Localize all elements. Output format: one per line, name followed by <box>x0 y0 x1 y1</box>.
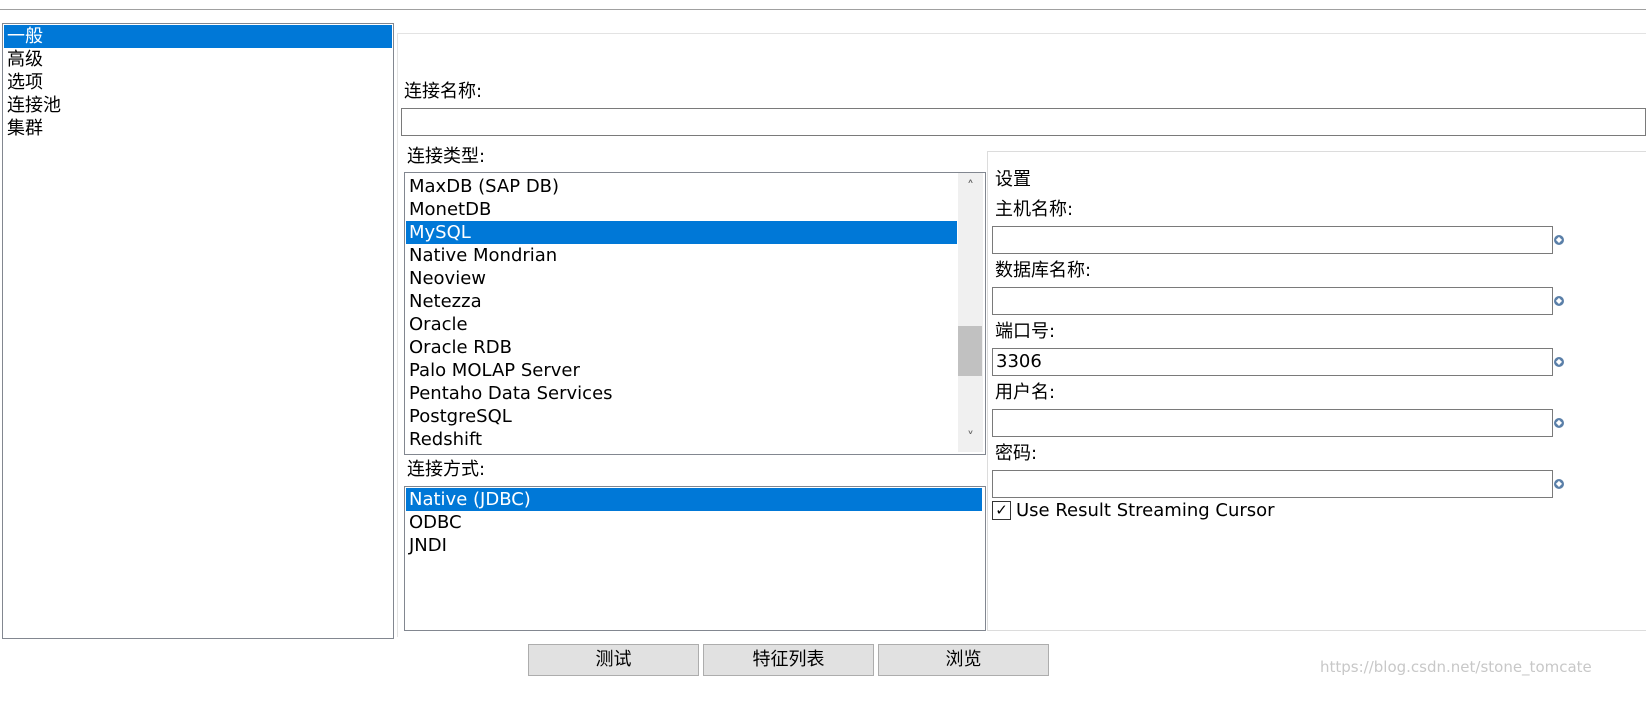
password-label: 密码: <box>995 443 1038 464</box>
variable-icon[interactable]: ◆ <box>1554 296 1564 306</box>
connection-type-item[interactable]: Pentaho Data Services <box>406 382 957 405</box>
variable-icon[interactable]: ◆ <box>1554 235 1564 245</box>
host-input[interactable] <box>992 226 1553 254</box>
connection-type-item[interactable]: Neoview <box>406 267 957 290</box>
top-divider <box>0 9 1646 10</box>
settings-title: 设置 <box>995 169 1031 190</box>
access-method-label: 连接方式: <box>407 459 486 480</box>
category-item-pooling[interactable]: 连接池 <box>4 94 392 117</box>
watermark: https://blog.csdn.net/stone_tomcate <box>1320 658 1592 676</box>
host-label: 主机名称: <box>995 199 1074 220</box>
port-input[interactable]: 3306 <box>992 348 1553 376</box>
chevron-up-icon[interactable]: ˄ <box>958 176 983 198</box>
access-method-item-selected[interactable]: Native (JDBC) <box>406 488 982 511</box>
connection-type-item[interactable]: Oracle <box>406 313 957 336</box>
connection-type-item[interactable]: Netezza <box>406 290 957 313</box>
access-method-item[interactable]: ODBC <box>406 511 982 534</box>
database-input[interactable] <box>992 287 1553 315</box>
username-input[interactable] <box>992 409 1553 437</box>
username-label: 用户名: <box>995 382 1056 403</box>
connection-type-list[interactable]: MaxDB (SAP DB) MonetDB MySQL Native Mond… <box>404 172 986 455</box>
connection-type-item[interactable]: MaxDB (SAP DB) <box>406 175 957 198</box>
test-button[interactable]: 测试 <box>528 644 699 676</box>
connection-type-item-selected[interactable]: MySQL <box>406 221 957 244</box>
variable-icon[interactable]: ◆ <box>1554 357 1564 367</box>
database-label: 数据库名称: <box>995 260 1092 281</box>
connection-type-label: 连接类型: <box>407 146 486 167</box>
scrollbar-thumb[interactable] <box>958 326 982 376</box>
connection-type-scrollbar[interactable] <box>958 173 983 452</box>
streaming-cursor-label: Use Result Streaming Cursor <box>1016 500 1275 521</box>
connection-name-label: 连接名称: <box>404 81 483 102</box>
connection-type-item[interactable]: MonetDB <box>406 198 957 221</box>
variable-icon[interactable]: ◆ <box>1554 418 1564 428</box>
access-method-item[interactable]: JNDI <box>406 534 982 557</box>
connection-type-item[interactable]: Oracle RDB <box>406 336 957 359</box>
category-list[interactable]: 一般 高级 选项 连接池 集群 <box>2 23 394 639</box>
connection-type-item[interactable]: Redshift <box>406 428 957 451</box>
settings-group <box>987 151 1646 631</box>
chevron-down-icon[interactable]: ˅ <box>958 427 983 449</box>
connection-type-item[interactable]: PostgreSQL <box>406 405 957 428</box>
category-item-advanced[interactable]: 高级 <box>4 48 392 71</box>
connection-type-item[interactable]: Palo MOLAP Server <box>406 359 957 382</box>
access-method-list[interactable]: Native (JDBC) ODBC JNDI <box>404 486 986 631</box>
connection-type-item[interactable]: Native Mondrian <box>406 244 957 267</box>
category-item-options[interactable]: 选项 <box>4 71 392 94</box>
explore-button[interactable]: 浏览 <box>878 644 1049 676</box>
feature-list-button[interactable]: 特征列表 <box>703 644 874 676</box>
variable-icon[interactable]: ◆ <box>1554 479 1564 489</box>
password-input[interactable] <box>992 470 1553 498</box>
connection-name-input[interactable] <box>401 108 1646 136</box>
port-label: 端口号: <box>995 321 1056 342</box>
category-item-general[interactable]: 一般 <box>4 25 392 48</box>
streaming-cursor-checkbox[interactable]: ✓ <box>992 501 1011 520</box>
category-item-cluster[interactable]: 集群 <box>4 117 392 140</box>
